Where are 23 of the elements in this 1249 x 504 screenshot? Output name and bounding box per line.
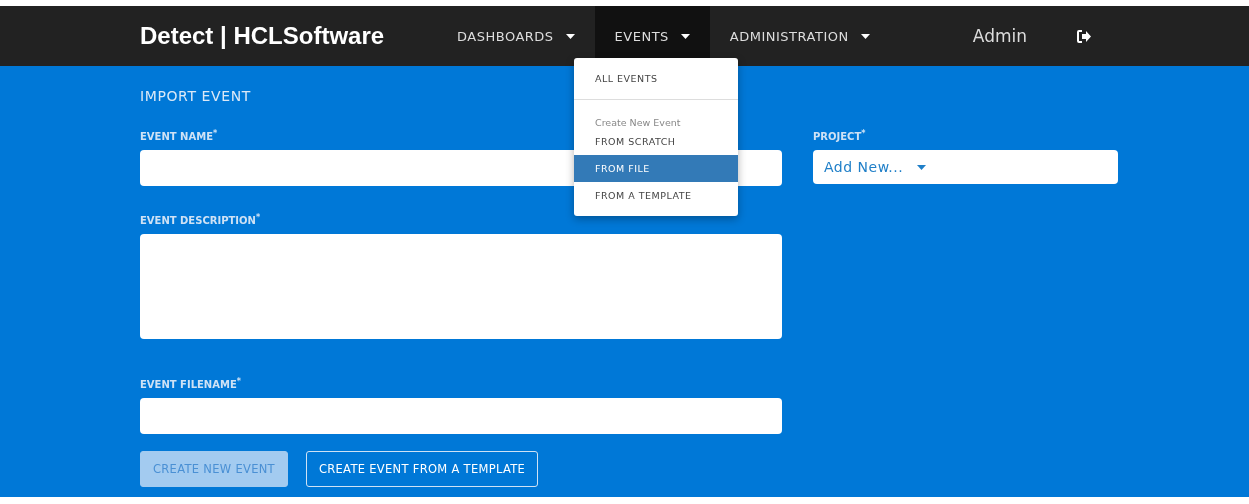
logout-icon[interactable] (1077, 29, 1091, 43)
field-label: EVENT NAME$^{*}$ (140, 129, 218, 143)
menu-item[interactable]: FROM A TEMPLATE (574, 182, 738, 209)
caret-icon (917, 164, 927, 170)
event-description-input[interactable] (140, 233, 782, 339)
brand-logo[interactable]: Detect | HCLSoftware (140, 22, 437, 50)
menu-item[interactable]: FROM SCRATCH (574, 128, 738, 155)
page-title: IMPORT EVENT (140, 88, 251, 104)
field-label: EVENT FILENAME$^{*}$ (140, 376, 241, 390)
menu-item[interactable]: ALL EVENTS (574, 65, 738, 92)
nav-menu[interactable]: ADMINISTRATION (709, 6, 890, 66)
menu-item[interactable]: FROM FILE (574, 155, 738, 182)
caret-icon (565, 33, 575, 39)
user-name[interactable]: Admin (972, 26, 1027, 46)
nav-menu[interactable]: DASHBOARDS (437, 6, 595, 66)
caret-icon (680, 33, 690, 39)
event-filename-input[interactable] (140, 398, 782, 434)
template-button[interactable]: CREATE EVENT FROM A TEMPLATE (305, 451, 539, 487)
field-label: PROJECT$^{*}$ (813, 129, 866, 143)
project-select[interactable]: Add New... (813, 150, 1118, 185)
caret-icon (860, 33, 870, 39)
menu-header: Create New Event (594, 116, 682, 128)
field-label: EVENT DESCRIPTION$^{*}$ (140, 212, 261, 226)
